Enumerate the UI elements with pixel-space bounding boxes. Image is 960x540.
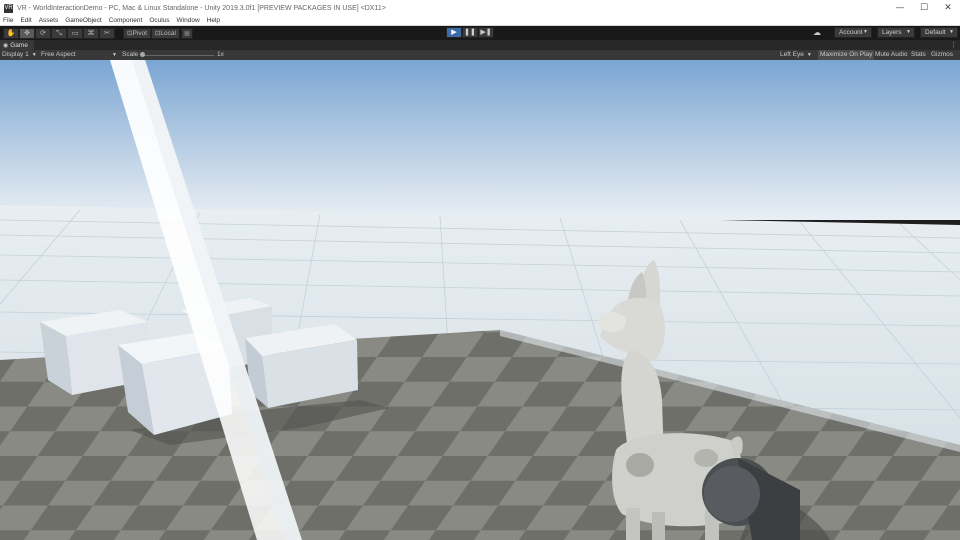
account-label: Account	[839, 29, 863, 36]
maximize-button[interactable]: ☐	[912, 0, 936, 16]
grid-snap-icon[interactable]: ▦	[180, 27, 193, 39]
display-label: Display 1	[2, 51, 29, 58]
game-view-icon: ◉	[3, 42, 9, 49]
chevron-down-icon: ▼	[806, 52, 812, 58]
unity-app-icon: VR	[4, 3, 13, 13]
display-dropdown[interactable]: Display 1 ▼	[2, 50, 37, 60]
eye-dropdown[interactable]: Left Eye ▼	[780, 50, 812, 60]
rotate-tool-icon[interactable]: ⟳	[35, 27, 51, 39]
cloud-icon[interactable]: ☁	[809, 27, 825, 38]
aspect-label: Free Aspect	[41, 51, 76, 58]
chevron-down-icon: ▼	[863, 29, 868, 35]
hand-tool-icon[interactable]: ✋	[3, 27, 19, 39]
game-viewport[interactable]	[0, 60, 960, 540]
playback-controls: ▶ ❚❚ ▶❚	[446, 27, 494, 38]
menu-edit[interactable]: Edit	[17, 16, 35, 26]
transform-tool-icon[interactable]: ⌘	[83, 27, 99, 39]
chevron-down-icon: ▼	[906, 29, 911, 35]
layers-dropdown[interactable]: Layers ▼	[877, 27, 915, 38]
scale-slider-track[interactable]	[142, 54, 214, 56]
tab-game[interactable]: ◉ Game	[0, 40, 34, 50]
local-label: Local	[160, 29, 176, 37]
menu-assets[interactable]: Assets	[35, 16, 62, 26]
gizmos-dropdown[interactable]: Gizmos	[931, 50, 953, 60]
menu-bar: File Edit Assets GameObject Component Oc…	[0, 16, 960, 26]
play-button[interactable]: ▶	[446, 27, 462, 38]
menu-help[interactable]: Help	[203, 16, 223, 26]
layers-label: Layers	[882, 29, 902, 36]
menu-window[interactable]: Window	[173, 16, 203, 26]
tab-game-label: Game	[10, 41, 28, 49]
layout-label: Default	[925, 29, 946, 36]
chevron-down-icon: ▼	[112, 52, 117, 58]
close-button[interactable]: ✕	[936, 0, 960, 16]
scale-slider-handle[interactable]	[140, 52, 145, 57]
game-scene	[0, 60, 960, 540]
window-title: VR - WorldInteractionDemo - PC, Mac & Li…	[17, 4, 386, 12]
account-dropdown[interactable]: Account ▼	[834, 27, 872, 38]
mute-audio-toggle[interactable]: Mute Audio	[875, 50, 908, 60]
window-title-bar: VR VR - WorldInteractionDemo - PC, Mac &…	[0, 0, 960, 16]
game-view-controls: Display 1 ▼ Free Aspect ▼ Scale 1x Left Ey…	[0, 50, 960, 60]
local-toggle[interactable]: ⊡Local	[150, 27, 180, 39]
tab-bar: ◉ Game ⋮	[0, 40, 960, 50]
chevron-down-icon: ▼	[31, 52, 37, 58]
eye-label: Left Eye	[780, 51, 804, 58]
scale-tool-icon[interactable]: ⤡	[51, 27, 67, 39]
rect-tool-icon[interactable]: ▭	[67, 27, 83, 39]
toolbar-right: ☁ Account ▼ Layers ▼ Default ▼	[809, 27, 958, 38]
move-tool-icon[interactable]: ✥	[19, 27, 35, 39]
minimize-button[interactable]: —	[888, 0, 912, 16]
pivot-label: Pivot	[132, 29, 147, 37]
stats-toggle[interactable]: Stats	[911, 50, 926, 60]
tab-menu-icon[interactable]: ⋮	[950, 40, 957, 50]
scale-label: Scale	[122, 51, 139, 58]
chevron-down-icon: ▼	[949, 29, 954, 35]
maximize-on-play-toggle[interactable]: Maximize On Play	[818, 50, 875, 60]
transform-tools: ✋ ✥ ⟳ ⤡ ▭ ⌘ ✂	[3, 27, 115, 39]
menu-file[interactable]: File	[0, 16, 17, 26]
scale-value: 1x	[217, 51, 224, 58]
pivot-toggle[interactable]: ⊡Pivot	[123, 27, 151, 39]
menu-component[interactable]: Component	[105, 16, 146, 26]
layout-dropdown[interactable]: Default ▼	[920, 27, 958, 38]
custom-tool-icon[interactable]: ✂	[99, 27, 115, 39]
aspect-dropdown[interactable]: Free Aspect ▼	[41, 50, 117, 60]
gizmos-label: Gizmos	[931, 51, 954, 58]
step-button[interactable]: ▶❚	[478, 27, 494, 38]
pause-button[interactable]: ❚❚	[462, 27, 478, 38]
window-controls: — ☐ ✕	[888, 0, 960, 16]
main-toolbar: ✋ ✥ ⟳ ⤡ ▭ ⌘ ✂ ⊡Pivot ⊡Local ▦ ▶ ❚❚ ▶❚ ☁ …	[0, 26, 960, 40]
menu-gameobject[interactable]: GameObject	[62, 16, 106, 26]
menu-oculus[interactable]: Oculus	[146, 16, 173, 26]
